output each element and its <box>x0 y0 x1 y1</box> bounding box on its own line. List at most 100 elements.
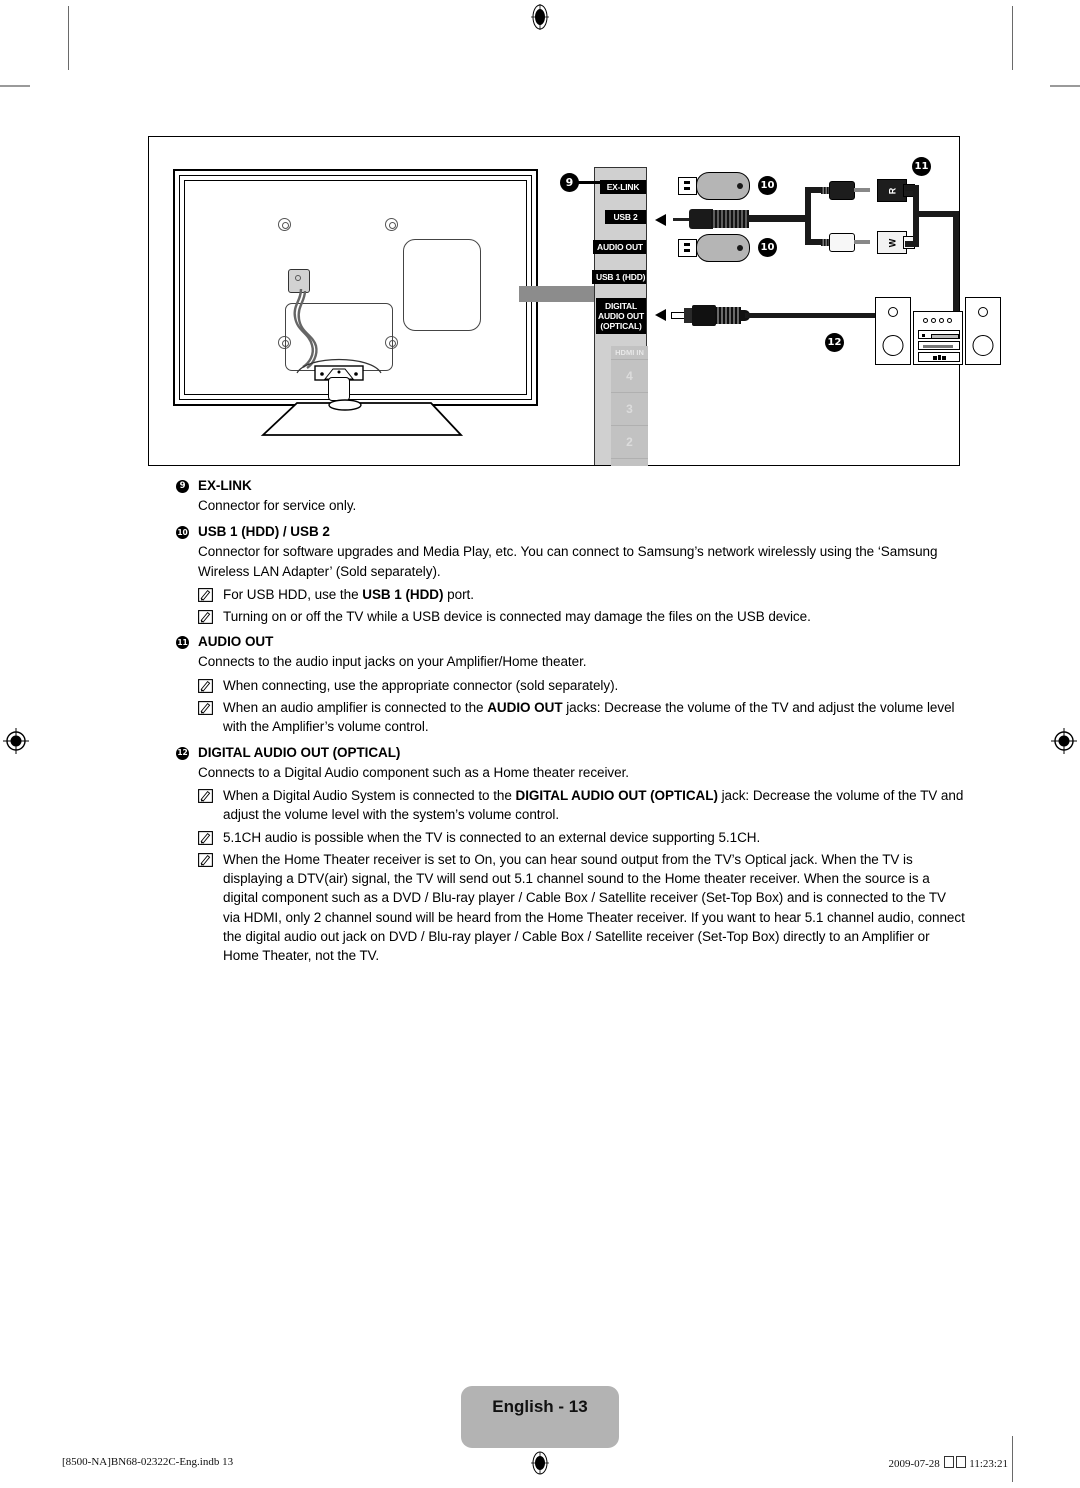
rca-label-white: W <box>887 238 897 247</box>
callout-11: 11 <box>912 157 931 176</box>
optical-connector <box>671 305 751 327</box>
callout-10-upper: 10 <box>758 176 777 195</box>
note-text: For USB HDD, use the USB 1 (HDD) port. <box>223 586 474 602</box>
callout-10-lower: 10 <box>758 238 777 257</box>
page-number-badge: English - 13 <box>461 1386 619 1448</box>
note-item: Turning on or off the TV while a USB dev… <box>198 607 966 626</box>
usb-plug-upper <box>678 177 697 195</box>
footer-timestamp: 2009-07-28 11:23:21 <box>888 1456 1008 1470</box>
missing-glyph-1 <box>943 1456 954 1468</box>
section-digital-audio-out-description: Connects to a Digital Audio component su… <box>198 764 629 780</box>
section-number-11: 11 <box>176 636 189 650</box>
tv-stand-base <box>260 399 464 436</box>
usb-flash-drive-upper <box>678 171 752 203</box>
crop-mark-right-edge <box>1050 85 1080 87</box>
section-ex-link-description: Connector for service only. <box>198 498 357 513</box>
footer-file-reference: [8500-NA]BN68-02322C-Eng.indb 13 <box>62 1456 234 1468</box>
note-item: When the Home Theater receiver is set to… <box>198 850 966 966</box>
amplifier-cable-drop <box>953 211 959 321</box>
receiver-controls <box>918 352 960 362</box>
note-text: When connecting, use the appropriate con… <box>223 677 619 693</box>
port-label-usb-2: USB 2 <box>605 210 646 225</box>
note-item: When connecting, use the appropriate con… <box>198 676 966 695</box>
section-audio-out-title: AUDIO OUT <box>198 634 274 650</box>
hdmi-port-3: 3 <box>611 392 648 425</box>
section-usb: 10 USB 1 (HDD) / USB 2 Connector for sof… <box>176 524 966 626</box>
tv-cable-recess-right <box>403 239 481 331</box>
note-icon <box>198 587 213 602</box>
vesa-screw-top-right <box>385 218 398 231</box>
section-usb-heading: 10 USB 1 (HDD) / USB 2 <box>176 524 966 540</box>
optical-body <box>692 305 716 326</box>
note-icon <box>198 830 213 845</box>
speaker-woofer-left <box>882 335 904 356</box>
usb-plug-lower <box>678 239 697 257</box>
usb-body-lower <box>696 234 750 262</box>
audio-jack-grip <box>711 210 749 228</box>
usb-body-upper <box>696 172 750 200</box>
connection-diagram: EX-LINK USB 2 AUDIO OUT USB 1 (HDD) DIGI… <box>148 136 1001 466</box>
footer-date: 2009-07-28 <box>888 1458 940 1470</box>
note-icon <box>198 789 213 803</box>
audio-jack-body <box>689 209 713 229</box>
rca-female-red <box>821 181 855 200</box>
section-ex-link: 9 EX-LINK Connector for service only. <box>176 478 966 515</box>
missing-glyph-2 <box>955 1456 966 1468</box>
note-icon <box>198 610 213 625</box>
audio-cable-segment <box>747 215 811 222</box>
rear-connector-panel: EX-LINK USB 2 AUDIO OUT USB 1 (HDD) DIGI… <box>592 167 648 466</box>
optical-arrow <box>655 309 666 321</box>
callout-9-leader <box>578 181 603 184</box>
rca-join-bottom-stub <box>905 241 919 247</box>
home-theater-speaker-left <box>875 297 911 365</box>
rca-join-top-stub <box>905 185 919 191</box>
section-digital-audio-out-title: DIGITAL AUDIO OUT (OPTICAL) <box>198 744 401 760</box>
speaker-tweeter-left <box>888 307 898 317</box>
registration-mark-bottom <box>527 1450 553 1476</box>
section-ex-link-title: EX-LINK <box>198 478 252 493</box>
hdmi-in-header: HDMI IN <box>611 346 648 359</box>
port-label-audio-out: AUDIO OUT <box>593 240 646 255</box>
note-text: Turning on or off the TV while a USB dev… <box>223 609 811 625</box>
note-icon <box>198 678 213 693</box>
note-item: 5.1CH audio is possible when the TV is c… <box>198 828 966 847</box>
registration-mark-left <box>3 728 29 754</box>
section-digital-audio-out-heading: 12 DIGITAL AUDIO OUT (OPTICAL) <box>176 745 966 760</box>
optical-grip <box>715 307 741 324</box>
note-text: When the Home Theater receiver is set to… <box>223 851 965 964</box>
callout-12: 12 <box>825 333 844 352</box>
note-item: When a Digital Audio System is connected… <box>198 786 966 825</box>
crop-mark-top-right <box>1012 6 1013 70</box>
section-number-12: 12 <box>176 746 189 760</box>
audio-splitter-vertical <box>805 187 811 245</box>
rca-female-white <box>821 233 855 252</box>
hdmi-port-4: 4 <box>611 359 648 392</box>
footer-time: 11:23:21 <box>969 1458 1008 1470</box>
receiver-disc-tray <box>918 330 960 339</box>
note-icon <box>198 701 213 716</box>
note-item: For USB HDD, use the USB 1 (HDD) port. <box>198 585 966 604</box>
note-text: When a Digital Audio System is connected… <box>223 787 964 823</box>
section-number-10: 10 <box>176 526 189 540</box>
note-text: 5.1CH audio is possible when the TV is c… <box>223 829 761 845</box>
section-audio-out-heading: 11 AUDIO OUT <box>176 634 966 650</box>
note-item: When an audio amplifier is connected to … <box>198 698 966 737</box>
rca-label-right: R <box>887 187 897 194</box>
section-usb-description: Connector for software upgrades and Medi… <box>198 544 938 579</box>
crop-mark-bottom-right <box>1012 1436 1013 1482</box>
vesa-screw-top-left <box>278 218 291 231</box>
hdmi-port-partial <box>611 458 648 466</box>
section-usb-title: USB 1 (HDD) / USB 2 <box>198 524 330 540</box>
usb-flash-drive-lower <box>678 233 752 265</box>
section-digital-audio-out: 12 DIGITAL AUDIO OUT (OPTICAL) Connects … <box>176 745 966 966</box>
home-theater-receiver <box>913 311 963 365</box>
hdmi-port-2: 2 <box>611 425 648 458</box>
callout-9: 9 <box>560 173 579 192</box>
receiver-knobs <box>923 318 952 323</box>
speaker-tweeter-right <box>978 307 988 317</box>
optical-tip <box>671 312 685 319</box>
optical-cable-run <box>745 313 879 318</box>
crop-mark-left-edge <box>0 85 30 87</box>
section-ex-link-heading: 9 EX-LINK <box>176 478 966 493</box>
port-label-ex-link: EX-LINK <box>600 180 646 195</box>
